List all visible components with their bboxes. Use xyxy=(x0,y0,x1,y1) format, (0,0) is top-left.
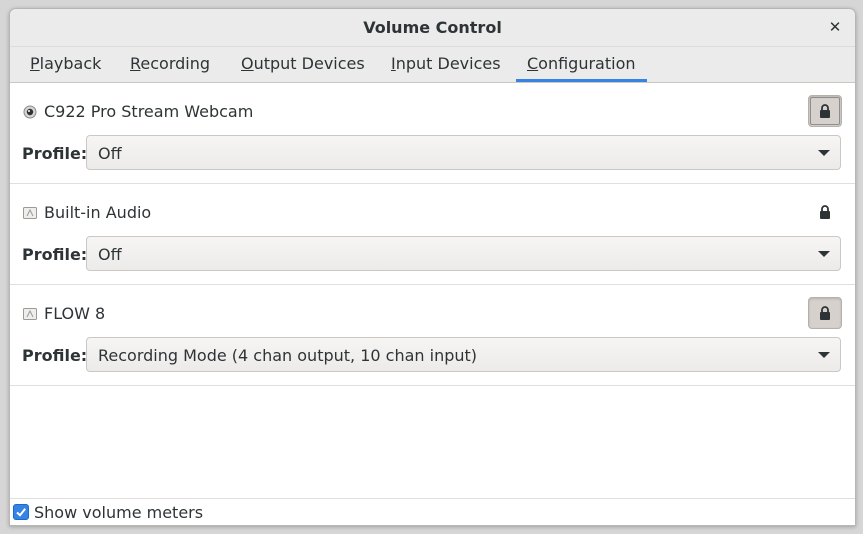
device-card: FLOW 8 Profile: Recording Mode (4 chan o… xyxy=(10,285,855,386)
device-card: Built-in Audio Profile: Off xyxy=(10,184,855,285)
show-volume-meters-label[interactable]: Show volume meters xyxy=(34,503,203,522)
configuration-panel: C922 Pro Stream Webcam Profile: Off Buil… xyxy=(10,83,855,498)
lock-icon xyxy=(820,205,830,219)
tab-label: ecording xyxy=(140,54,211,73)
tab-input-devices[interactable]: Input Devices xyxy=(391,47,501,82)
lock-icon xyxy=(820,306,830,320)
device-name: Built-in Audio xyxy=(44,203,152,222)
checkmark-icon xyxy=(16,508,26,517)
tab-mnemonic: R xyxy=(130,54,141,73)
dropdown-arrow-icon xyxy=(818,251,830,257)
footer-bar: Show volume meters xyxy=(10,498,855,525)
close-button[interactable]: ✕ xyxy=(825,17,845,37)
title-bar[interactable]: Volume Control ✕ xyxy=(10,9,855,47)
tab-bar: Playback Recording Output Devices Input … xyxy=(10,47,855,83)
device-name: FLOW 8 xyxy=(44,304,106,323)
profile-label: Profile: xyxy=(22,245,88,264)
tab-mnemonic: O xyxy=(241,54,254,73)
profile-value: Off xyxy=(98,144,122,163)
lock-profile-button[interactable] xyxy=(808,297,842,329)
show-volume-meters-checkbox[interactable] xyxy=(13,504,29,520)
device-card: C922 Pro Stream Webcam Profile: Off xyxy=(10,83,855,184)
tab-recording[interactable]: Recording xyxy=(130,47,210,82)
tab-mnemonic: P xyxy=(30,54,40,73)
lock-profile-button[interactable] xyxy=(808,95,842,127)
window-title: Volume Control xyxy=(363,18,502,37)
tab-configuration[interactable]: Configuration xyxy=(516,47,647,82)
audio-card-icon xyxy=(23,206,37,220)
close-icon: ✕ xyxy=(828,18,842,36)
dropdown-arrow-icon xyxy=(818,352,830,358)
audio-card-icon xyxy=(23,307,37,321)
profile-dropdown[interactable]: Off xyxy=(86,236,841,271)
profile-dropdown[interactable]: Off xyxy=(86,135,841,170)
webcam-icon xyxy=(23,105,37,119)
profile-label: Profile: xyxy=(22,144,88,163)
volume-control-window: Volume Control ✕ Playback Recording Outp… xyxy=(9,8,856,526)
profile-value: Recording Mode (4 chan output, 10 chan i… xyxy=(98,346,478,365)
lock-icon xyxy=(820,104,830,118)
dropdown-arrow-icon xyxy=(818,150,830,156)
tab-label: utput Devices xyxy=(253,54,365,73)
tab-label: nput Devices xyxy=(395,54,501,73)
tab-mnemonic: C xyxy=(527,54,539,73)
profile-dropdown[interactable]: Recording Mode (4 chan output, 10 chan i… xyxy=(86,337,841,372)
lock-profile-button[interactable] xyxy=(808,196,842,228)
profile-label: Profile: xyxy=(22,346,88,365)
tab-playback[interactable]: Playback xyxy=(30,47,101,82)
device-name: C922 Pro Stream Webcam xyxy=(44,102,254,121)
tab-label: layback xyxy=(39,54,102,73)
profile-value: Off xyxy=(98,245,122,264)
tab-output-devices[interactable]: Output Devices xyxy=(241,47,365,82)
tab-label: onfiguration xyxy=(538,54,636,73)
